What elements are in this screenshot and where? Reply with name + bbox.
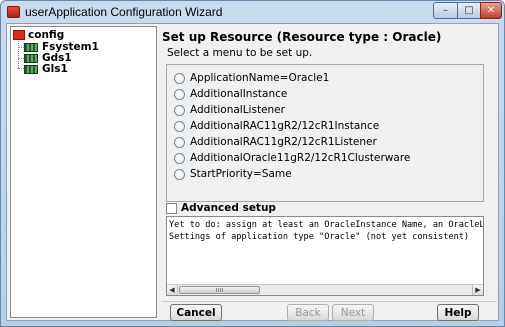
maximize-icon[interactable]: □ — [457, 2, 481, 19]
horizontal-scrollbar[interactable]: ◀ ▶ — [167, 284, 483, 295]
cancel-button[interactable]: Cancel — [170, 304, 222, 321]
option-label: ApplicationName=Oracle1 — [190, 72, 330, 84]
option-label: StartPriority=Same — [190, 168, 292, 180]
resource-tree: config Fsystem1 Gds1 Gls1 — [10, 26, 157, 318]
advanced-setup-label: Advanced setup — [181, 202, 276, 214]
window-title: userApplication Configuration Wizard — [25, 5, 223, 19]
next-button[interactable]: Next — [332, 304, 374, 321]
option-application-name[interactable]: ApplicationName=Oracle1 — [174, 71, 329, 85]
scroll-left-icon[interactable]: ◀ — [167, 285, 178, 295]
title-bar[interactable]: userApplication Configuration Wizard – □… — [1, 1, 504, 23]
minimize-icon[interactable]: – — [433, 2, 458, 19]
resource-node-icon — [24, 64, 38, 74]
log-line: Yet to do: assign at least an OracleInst… — [169, 220, 484, 230]
status-log[interactable]: Yet to do: assign at least an OracleInst… — [166, 216, 484, 296]
page-title: Set up Resource (Resource type : Oracle) — [162, 30, 442, 44]
radio-button[interactable] — [174, 104, 185, 116]
option-label: AdditionalOracle11gR2/12cR1Clusterware — [190, 152, 411, 164]
radio-button[interactable] — [174, 88, 185, 100]
log-line: Settings of application type "Oracle" (n… — [169, 232, 470, 242]
config-node-icon — [13, 30, 25, 40]
option-additional-instance[interactable]: AdditionalInstance — [174, 87, 287, 101]
instruction-text: Select a menu to be set up. — [167, 47, 313, 59]
option-label: AdditionalRAC11gR2/12cR1Listener — [190, 136, 377, 148]
tree-node-gls1[interactable]: Gls1 — [24, 63, 68, 75]
radio-button[interactable] — [174, 168, 185, 180]
radio-button[interactable] — [174, 120, 185, 132]
close-icon[interactable]: ✕ — [480, 2, 502, 19]
back-button[interactable]: Back — [287, 304, 329, 321]
option-start-priority[interactable]: StartPriority=Same — [174, 167, 292, 181]
app-icon — [7, 6, 20, 18]
help-button[interactable]: Help — [437, 304, 479, 321]
advanced-setup-toggle[interactable]: Advanced setup — [166, 202, 276, 214]
tree-node-label: config — [28, 29, 65, 41]
tree-node-config[interactable]: config — [13, 29, 64, 41]
option-additional-clusterware[interactable]: AdditionalOracle11gR2/12cR1Clusterware — [174, 151, 410, 165]
option-label: AdditionalListener — [190, 104, 285, 116]
option-additional-rac-instance[interactable]: AdditionalRAC11gR2/12cR1Instance — [174, 119, 379, 133]
button-divider — [162, 301, 497, 302]
radio-button[interactable] — [174, 152, 185, 164]
scrollbar-thumb[interactable] — [179, 286, 260, 294]
tree-node-label: Gls1 — [42, 63, 68, 75]
wizard-window: userApplication Configuration Wizard – □… — [0, 0, 505, 327]
wizard-body: config Fsystem1 Gds1 Gls1 Set up Resourc… — [6, 23, 499, 321]
resource-node-icon — [24, 42, 38, 52]
option-additional-rac-listener[interactable]: AdditionalRAC11gR2/12cR1Listener — [174, 135, 377, 149]
radio-button[interactable] — [174, 136, 185, 148]
radio-button[interactable] — [174, 72, 185, 84]
menu-options-panel: ApplicationName=Oracle1 AdditionalInstan… — [166, 64, 484, 202]
advanced-setup-checkbox[interactable] — [166, 202, 177, 214]
grip-icon — [216, 288, 223, 292]
option-label: AdditionalInstance — [190, 88, 288, 100]
tree-connector — [18, 41, 19, 68]
option-label: AdditionalRAC11gR2/12cR1Instance — [190, 120, 380, 132]
option-additional-listener[interactable]: AdditionalListener — [174, 103, 285, 117]
resource-node-icon — [24, 53, 38, 63]
scroll-right-icon[interactable]: ▶ — [472, 285, 483, 295]
